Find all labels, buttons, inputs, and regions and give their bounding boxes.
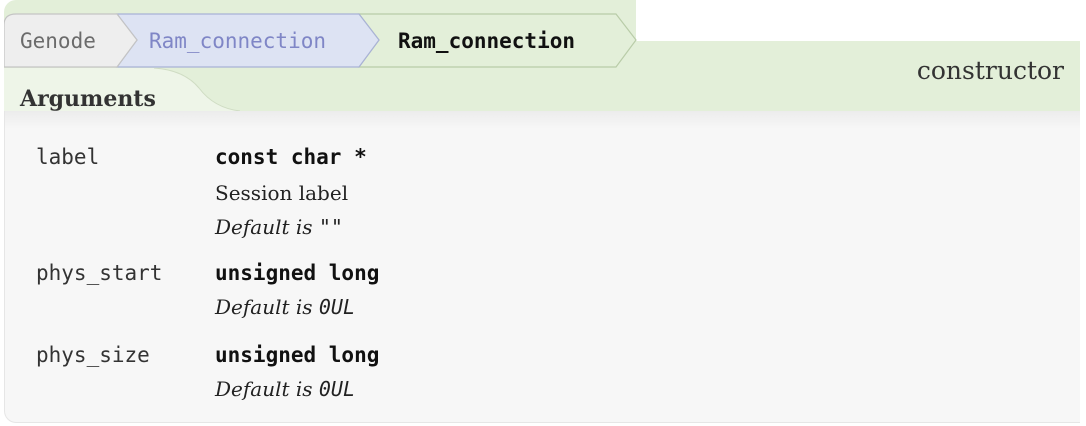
arg-default-prefix: Default is: [215, 377, 313, 401]
breadcrumb-item-class[interactable]: Ram_connection: [149, 27, 326, 55]
arg-type: const char *: [215, 145, 367, 169]
header-band-mask: [636, 0, 1086, 41]
arg-default-value: "": [318, 215, 343, 239]
arg-name: phys_start: [36, 261, 163, 285]
arguments-heading: Arguments: [20, 86, 156, 112]
arg-name: phys_size: [36, 343, 150, 367]
arg-default: Default is 0UL: [215, 295, 355, 319]
arg-default-prefix: Default is: [215, 295, 313, 319]
arg-default-value: 0UL: [318, 377, 356, 401]
arg-default-prefix: Default is: [215, 215, 313, 239]
arg-description: Session label: [215, 181, 349, 205]
arg-type: unsigned long: [215, 343, 380, 367]
breadcrumb-item-current: Ram_connection: [398, 29, 576, 53]
arg-type: unsigned long: [215, 261, 380, 285]
arg-default: Default is "": [215, 215, 343, 239]
arg-name: label: [36, 145, 100, 169]
member-kind: constructor: [916, 56, 1064, 85]
arg-default: Default is 0UL: [215, 377, 355, 401]
arg-default-value: 0UL: [318, 295, 356, 319]
breadcrumb-item-genode[interactable]: Genode: [20, 27, 96, 55]
arguments-panel: [4, 111, 1080, 423]
